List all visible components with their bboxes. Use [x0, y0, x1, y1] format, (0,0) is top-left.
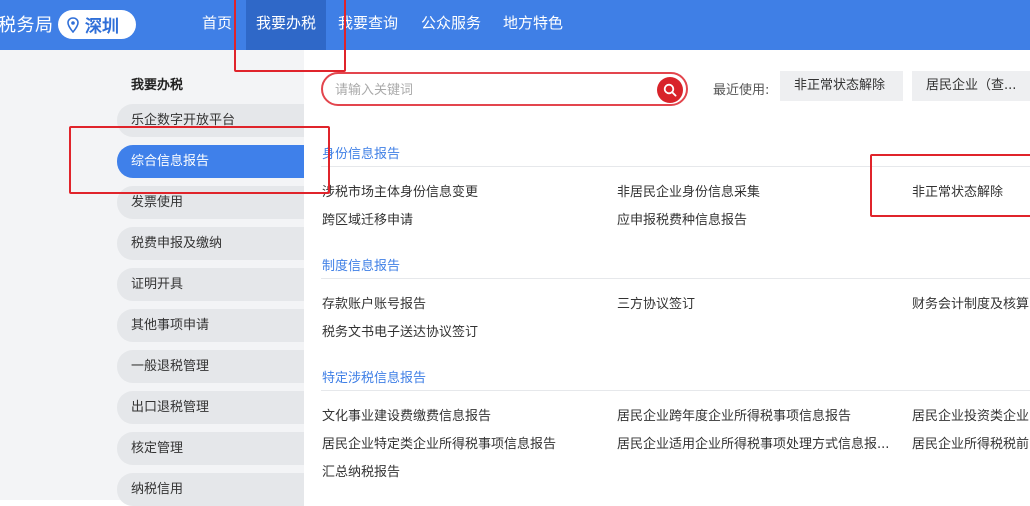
sidebar-item-other-apply[interactable]: 其他事项申请	[117, 309, 304, 342]
city-selector[interactable]: 深圳	[58, 10, 136, 39]
search-input[interactable]	[335, 81, 635, 99]
link-tax-handling-method[interactable]: 居民企业适用企业所得税事项处理方式信息报...	[617, 433, 889, 452]
link-pre-tax-deduction[interactable]: 居民企业所得税税前	[912, 433, 1029, 452]
section-title-system: 制度信息报告	[322, 259, 401, 274]
location-pin-icon	[67, 16, 79, 33]
annotation-box-sidebar	[69, 126, 330, 194]
search-box	[321, 72, 688, 106]
section-title-specific: 特定涉税信息报告	[322, 371, 427, 386]
sidebar-title: 我要办税	[131, 78, 184, 93]
section-divider	[321, 390, 1030, 391]
link-culture-fee-report[interactable]: 文化事业建设费缴费信息报告	[322, 405, 491, 424]
recent-chip-resident-enterprise[interactable]: 居民企业（查...	[912, 71, 1030, 101]
sidebar-item-export-refund[interactable]: 出口退税管理	[117, 391, 304, 424]
section-title-identity: 身份信息报告	[322, 147, 401, 162]
section-divider	[321, 278, 1030, 279]
link-nonresident-collect[interactable]: 非居民企业身份信息采集	[617, 181, 760, 200]
top-header: 税务局 深圳 首页 我要办税 我要查询 公众服务 地方特色	[0, 0, 1030, 50]
sidebar-item-certificate[interactable]: 证明开具	[117, 268, 304, 301]
annotation-box-nav	[234, 0, 346, 72]
annotation-box-link	[870, 154, 1030, 217]
link-tripartite-agreement[interactable]: 三方协议签订	[617, 293, 695, 312]
sidebar-item-refund[interactable]: 一般退税管理	[117, 350, 304, 383]
search-icon	[663, 83, 677, 97]
sidebar-item-credit[interactable]: 纳税信用	[117, 473, 304, 506]
link-specific-enterprise-tax[interactable]: 居民企业特定类企业所得税事项信息报告	[322, 433, 556, 452]
link-investment-enterprise[interactable]: 居民企业投资类企业	[912, 405, 1029, 424]
link-accounting-system[interactable]: 财务会计制度及核算	[912, 293, 1029, 312]
sidebar-item-declare-pay[interactable]: 税费申报及缴纳	[117, 227, 304, 260]
link-e-delivery-agreement[interactable]: 税务文书电子送达协议签订	[322, 321, 478, 340]
link-cross-region-move[interactable]: 跨区域迁移申请	[322, 209, 413, 228]
nav-query[interactable]: 我要查询	[338, 0, 398, 50]
sidebar-item-assessment[interactable]: 核定管理	[117, 432, 304, 465]
link-tax-type-report[interactable]: 应申报税费种信息报告	[617, 209, 747, 228]
link-identity-change[interactable]: 涉税市场主体身份信息变更	[322, 181, 478, 200]
nav-local-feature[interactable]: 地方特色	[503, 0, 563, 50]
site-brand: 税务局	[0, 15, 54, 36]
recent-chip-abnormal-release[interactable]: 非正常状态解除	[780, 71, 903, 101]
link-consolidated-tax-report[interactable]: 汇总纳税报告	[322, 461, 400, 480]
search-button[interactable]	[657, 77, 683, 103]
nav-public-service[interactable]: 公众服务	[421, 0, 481, 50]
nav-home[interactable]: 首页	[202, 0, 232, 50]
link-cross-year-income-tax[interactable]: 居民企业跨年度企业所得税事项信息报告	[617, 405, 851, 424]
city-name: 深圳	[85, 17, 119, 37]
link-bank-account-report[interactable]: 存款账户账号报告	[322, 293, 426, 312]
recent-label: 最近使用:	[713, 83, 770, 98]
